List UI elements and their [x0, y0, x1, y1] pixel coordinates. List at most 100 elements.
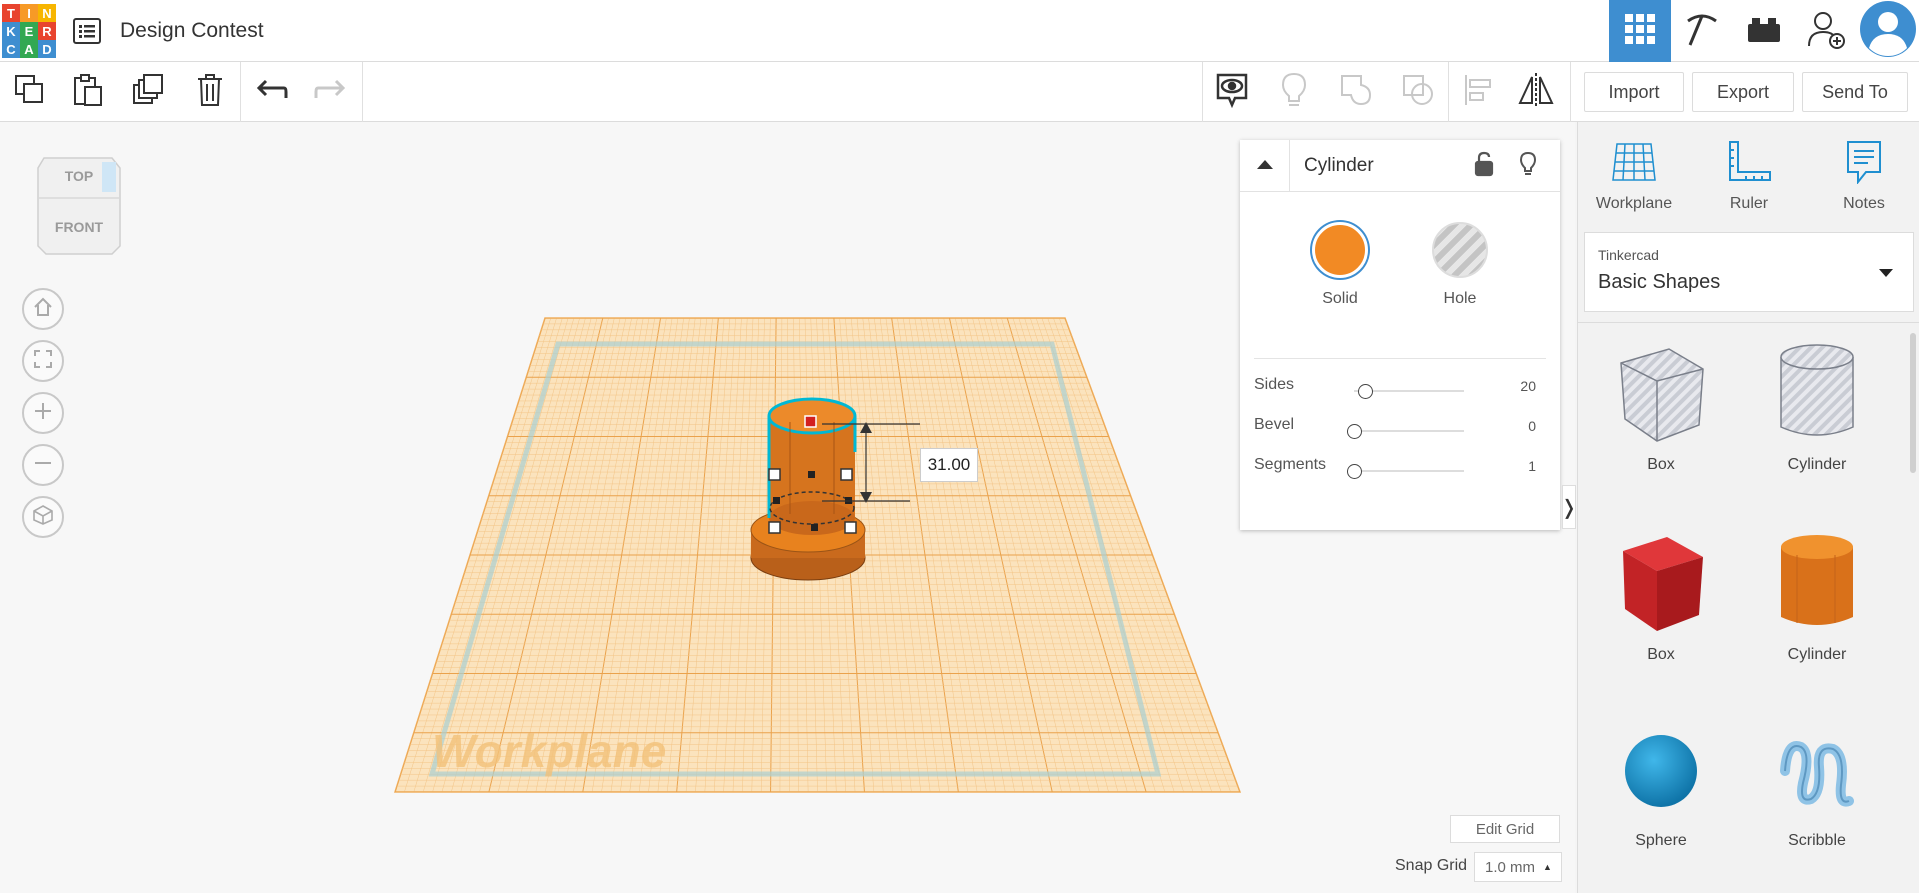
param-sides: Sides 20: [1254, 376, 1546, 406]
workplane-icon: [1611, 143, 1657, 188]
import-button[interactable]: Import: [1584, 72, 1684, 112]
plus-icon: [33, 401, 53, 426]
hole-label: Hole: [1443, 290, 1477, 307]
box-hole-icon: [1620, 348, 1704, 442]
show-all-button[interactable]: [1210, 70, 1254, 114]
group-icon: [1339, 73, 1373, 112]
edit-grid-button[interactable]: Edit Grid: [1450, 815, 1560, 843]
3d-design-button[interactable]: [1609, 0, 1671, 62]
3d-viewport[interactable]: Workplane 31.00 TOP FRONT Cylinder Solid…: [0, 122, 1578, 893]
duplicate-button[interactable]: [127, 70, 171, 114]
paste-button[interactable]: [66, 70, 110, 114]
copy-button[interactable]: [8, 70, 52, 114]
shapes-scrollbar[interactable]: [1910, 333, 1916, 473]
param-slider-knob[interactable]: [1347, 464, 1362, 479]
solid-color-swatch[interactable]: [1312, 222, 1368, 278]
param-value[interactable]: 1: [1528, 458, 1536, 474]
toolbar-separator: [1570, 62, 1571, 122]
shape-sphere[interactable]: Sphere: [1596, 721, 1726, 850]
user-avatar[interactable]: [1857, 0, 1919, 62]
sphere-icon: [1625, 735, 1697, 807]
eye-bubble-icon: [1215, 72, 1249, 113]
zoom-out-button[interactable]: [22, 444, 64, 486]
invite-user-button[interactable]: [1795, 0, 1857, 62]
param-bevel: Bevel 0: [1254, 416, 1546, 446]
shape-label: Box: [1647, 646, 1675, 663]
inspector-light-button[interactable]: [1514, 151, 1542, 180]
logo-letter: K: [2, 22, 20, 40]
param-slider-track[interactable]: [1354, 470, 1464, 472]
panel-expand-button[interactable]: ❭: [1560, 485, 1578, 529]
shape-label: Cylinder: [1787, 646, 1847, 663]
unlock-icon: [1474, 151, 1494, 182]
align-button[interactable]: [1456, 70, 1500, 114]
caret-up-icon: [1255, 157, 1275, 175]
caret-up-icon: ▲: [1543, 862, 1552, 872]
param-value[interactable]: 20: [1520, 378, 1536, 394]
param-slider-knob[interactable]: [1358, 384, 1373, 399]
light-bulb-button[interactable]: [1272, 70, 1316, 114]
cylinder-hole-icon: [1780, 344, 1854, 436]
ungroup-button[interactable]: [1396, 70, 1440, 114]
ruler-tool-label: Ruler: [1729, 195, 1769, 212]
param-slider-knob[interactable]: [1347, 424, 1362, 439]
shape-cylinder-hole[interactable]: Cylinder: [1752, 339, 1882, 474]
workplane-tool-button[interactable]: Workplane: [1584, 140, 1684, 213]
lock-button[interactable]: [1470, 151, 1498, 182]
group-button[interactable]: [1334, 70, 1378, 114]
tinkercad-logo[interactable]: TINKERCAD: [2, 4, 56, 58]
param-label: Bevel: [1254, 416, 1295, 433]
home-view-button[interactable]: [22, 288, 64, 330]
shape-box-hole[interactable]: Box: [1596, 339, 1726, 474]
paste-icon: [72, 73, 104, 112]
design-list-icon[interactable]: [72, 17, 102, 45]
logo-letter: R: [38, 22, 56, 40]
param-label: Sides: [1254, 376, 1295, 393]
notes-tool-label: Notes: [1843, 195, 1885, 212]
cylinder-icon: [1781, 535, 1853, 625]
notes-tool-button[interactable]: Notes: [1814, 140, 1914, 213]
shape-scribble[interactable]: Scribble: [1752, 721, 1882, 850]
zoom-in-button[interactable]: [22, 392, 64, 434]
lightbulb-icon: [1281, 72, 1307, 113]
snap-grid-value: 1.0 mm: [1485, 858, 1536, 876]
chevron-right-icon: ❭: [1560, 496, 1578, 519]
ruler-tool-button[interactable]: Ruler: [1699, 140, 1799, 213]
viewcube-top-label: TOP: [65, 168, 94, 184]
redo-button[interactable]: [308, 70, 352, 114]
solid-option[interactable]: Solid: [1300, 222, 1380, 308]
inspector-divider: [1254, 358, 1546, 359]
hole-option[interactable]: Hole: [1420, 222, 1500, 308]
design-title[interactable]: Design Contest: [120, 19, 264, 43]
pickaxe-icon: [1682, 9, 1722, 54]
undo-button[interactable]: [250, 70, 294, 114]
perspective-button[interactable]: [22, 496, 64, 538]
duplicate-icon: [132, 73, 166, 112]
blocks-button[interactable]: [1671, 0, 1733, 62]
hole-swatch[interactable]: [1432, 222, 1488, 278]
copy-icon: [14, 74, 46, 111]
top-bar: TINKERCAD Design Contest: [0, 0, 1919, 62]
param-slider-track[interactable]: [1354, 430, 1464, 432]
param-value[interactable]: 0: [1528, 418, 1536, 434]
bricks-button[interactable]: [1733, 0, 1795, 62]
snap-grid-select[interactable]: 1.0 mm ▲: [1474, 852, 1562, 882]
shape-library-select[interactable]: Tinkercad Basic Shapes: [1584, 232, 1914, 312]
dimension-value-box[interactable]: 31.00: [920, 448, 978, 482]
avatar-icon: [1859, 0, 1917, 63]
inspector-collapse-button[interactable]: [1240, 140, 1290, 192]
edit-toolbar: Import Export Send To: [0, 62, 1919, 122]
shape-label: Scribble: [1788, 832, 1846, 849]
mirror-button[interactable]: [1514, 70, 1558, 114]
param-label: Segments: [1254, 456, 1327, 473]
shape-box[interactable]: Box: [1596, 529, 1726, 664]
redo-icon: [314, 78, 346, 107]
delete-button[interactable]: [188, 70, 232, 114]
send-to-button[interactable]: Send To: [1802, 72, 1908, 112]
view-cube[interactable]: TOP FRONT: [36, 154, 122, 258]
library-vendor: Tinkercad: [1598, 247, 1659, 263]
fit-view-button[interactable]: [22, 340, 64, 382]
shape-cylinder[interactable]: Cylinder: [1752, 529, 1882, 664]
export-button[interactable]: Export: [1692, 72, 1794, 112]
logo-letter: I: [20, 4, 38, 22]
